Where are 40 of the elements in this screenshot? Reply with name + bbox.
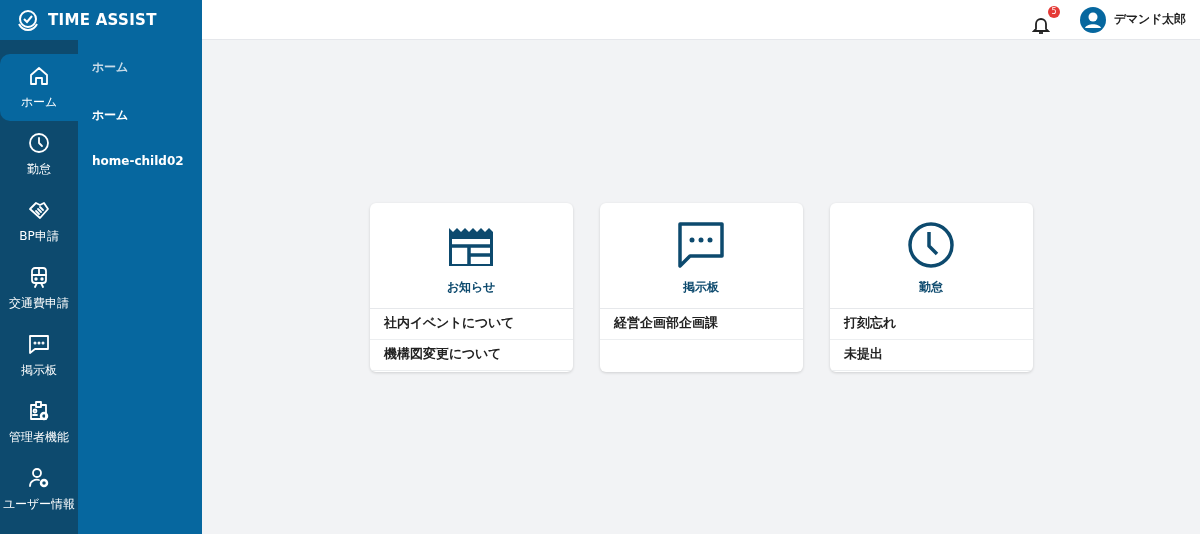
nav-item[interactable]: 勤怠 xyxy=(0,121,78,188)
card-link[interactable]: 社内イベントについて xyxy=(383,314,514,333)
card-title: 掲示板 xyxy=(683,278,719,296)
nav-label: BP申請 xyxy=(19,227,59,245)
card-title: お知らせ xyxy=(447,278,495,296)
clock-icon xyxy=(908,221,954,268)
nav-label: 掲示板 xyxy=(21,361,57,379)
chat-icon xyxy=(678,221,724,268)
card-link[interactable]: 機構図変更について xyxy=(383,345,501,364)
nav-label: ユーザー情報 xyxy=(3,495,75,513)
user-gear-icon xyxy=(28,466,50,489)
card-link[interactable]: 未提出 xyxy=(843,345,883,364)
nav-item[interactable]: ホーム xyxy=(0,54,78,121)
bell-icon[interactable] xyxy=(1032,15,1050,35)
nav-item[interactable]: BP申請 xyxy=(0,188,78,255)
nav-item[interactable]: ユーザー情報 xyxy=(0,456,78,523)
card-link[interactable]: 打刻忘れ xyxy=(843,314,896,333)
avatar-icon[interactable] xyxy=(1080,6,1106,33)
user-name[interactable]: デマンド太郎 xyxy=(1114,10,1186,29)
nav-item[interactable]: 交通費申請 xyxy=(0,255,78,322)
nav-item[interactable]: 掲示板 xyxy=(0,322,78,389)
submenu-link[interactable]: home-child02 xyxy=(92,152,202,170)
notification-count: 5 xyxy=(1048,5,1060,18)
nav-item[interactable]: 管理者機能 xyxy=(0,389,78,456)
logo-icon xyxy=(16,8,40,32)
clock-icon xyxy=(28,131,50,154)
badge-gear-icon xyxy=(28,399,50,422)
submenu-heading: ホーム xyxy=(92,59,128,76)
newspaper-icon xyxy=(447,225,495,268)
card-title: 勤怠 xyxy=(919,278,943,296)
home-icon xyxy=(28,64,50,87)
train-icon xyxy=(28,265,50,288)
nav-label: 管理者機能 xyxy=(9,428,69,446)
nav-label: ホーム xyxy=(21,93,57,111)
nav-label: 交通費申請 xyxy=(9,294,69,312)
brand-name: TIME ASSIST xyxy=(48,9,157,31)
nav-label: 勤怠 xyxy=(27,160,51,178)
submenu-link[interactable]: ホーム xyxy=(92,106,202,124)
chat-icon xyxy=(28,332,50,355)
card-link[interactable]: 経営企画部企画課 xyxy=(613,314,718,333)
